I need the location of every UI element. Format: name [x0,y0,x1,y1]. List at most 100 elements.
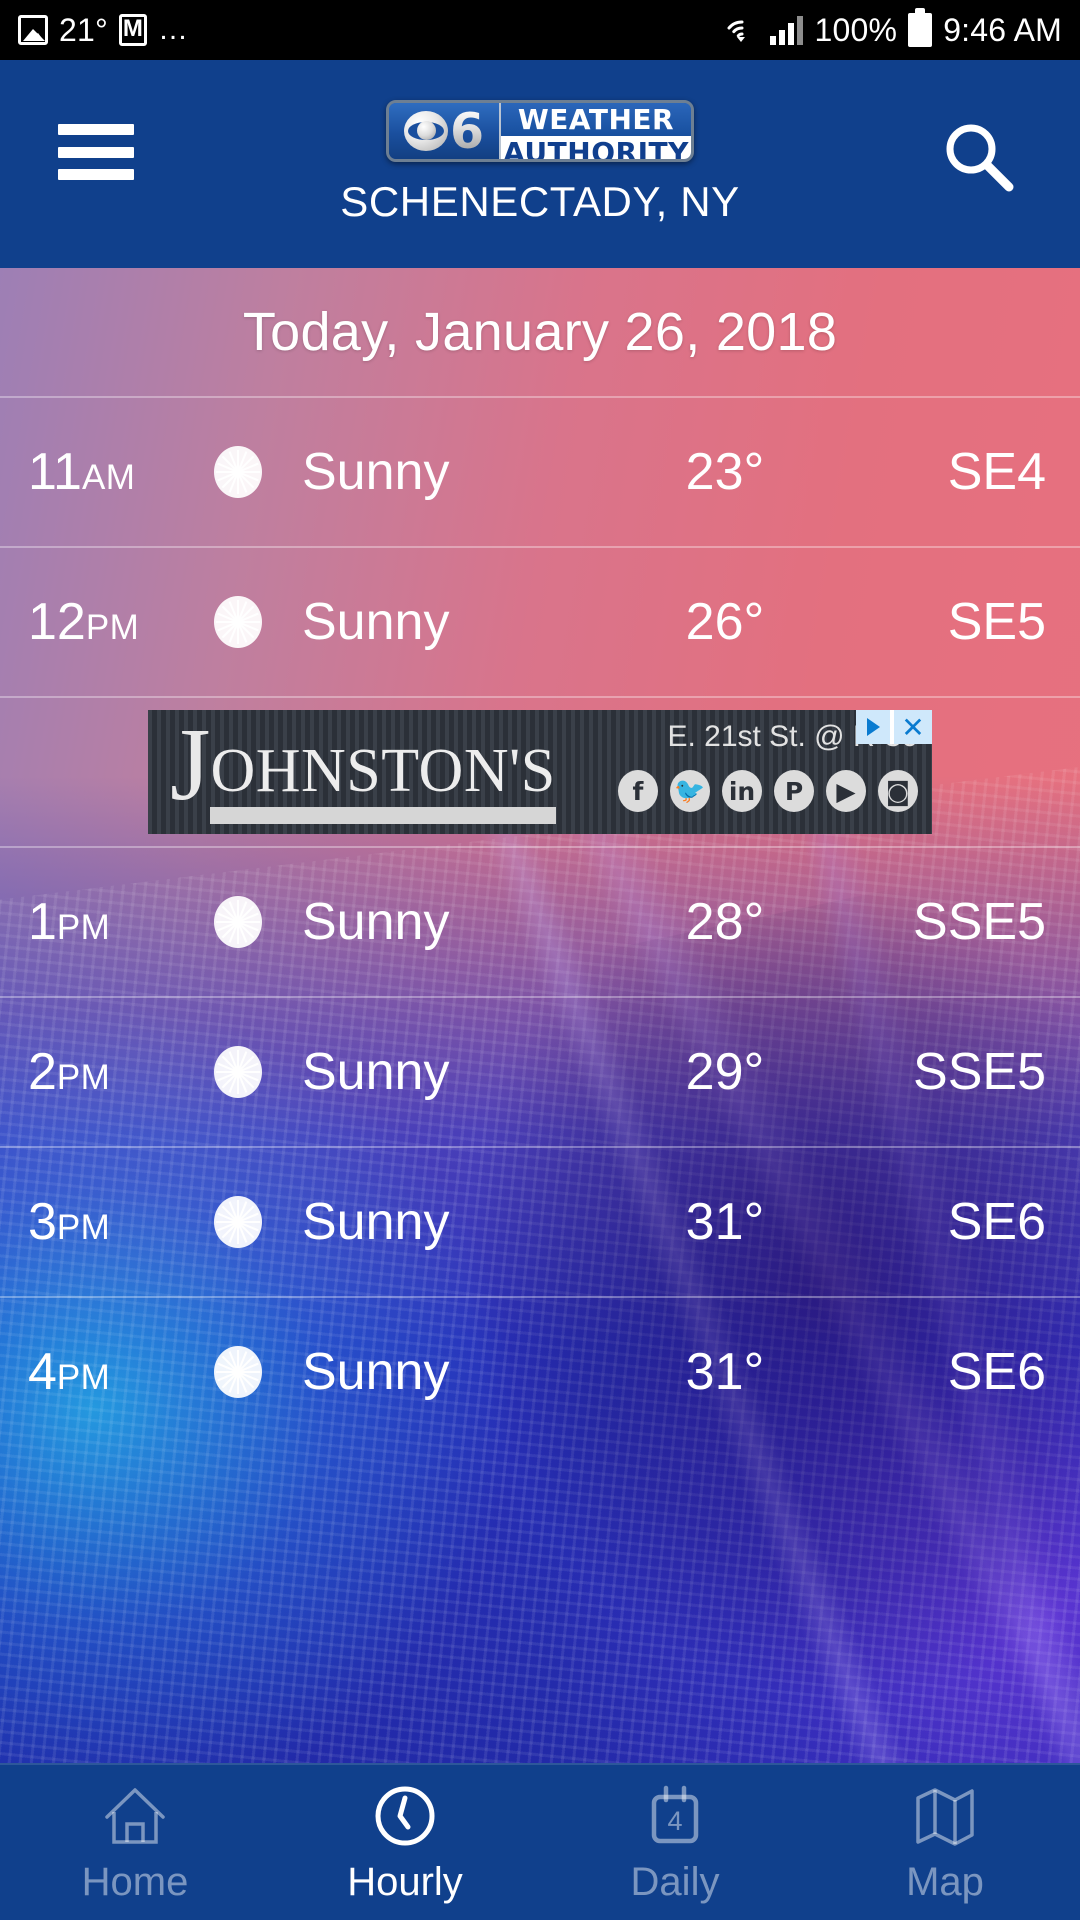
tab-home[interactable]: Home [0,1765,270,1920]
app-screen: 21° … 100% 9:46 AM [0,0,1080,1920]
temperature-value: 26° [685,593,765,651]
instagram-icon[interactable]: ◙ [878,770,918,812]
hour-time: 3PM [28,1193,111,1251]
hour-ampm: PM [56,908,111,947]
ad-brand-word: OHNSTON'S [210,737,556,806]
tab-map[interactable]: Map [810,1765,1080,1920]
hour-ampm: AM [81,458,136,497]
logo-badge-left: 6 [389,103,501,159]
condition-icon-cell [180,1174,296,1270]
hour-time: 1PM [28,893,111,951]
gmail-icon [119,14,147,46]
calendar-icon: 4 [640,1780,710,1852]
hourly-row[interactable]: 2PM Sunny 29° SSE5 [0,996,1080,1146]
photo-icon [18,15,48,45]
tab-label: Home [81,1860,189,1904]
location-label[interactable]: SCHENECTADY, NY [0,178,1080,226]
youtube-icon[interactable]: ▶ [826,770,866,812]
wind-value: SE6 [947,1193,1046,1251]
logo-authority-text: AUTHORITY [501,136,691,159]
condition-icon-cell [180,424,296,520]
logo-weather-text: WEATHER [501,103,691,136]
condition-label: Sunny [302,443,450,501]
map-icon [910,1780,980,1852]
hour-ampm: PM [85,608,140,647]
status-clock: 9:46 AM [943,11,1062,48]
wind-value: SSE5 [913,1043,1046,1101]
status-bar-right: 100% 9:46 AM [725,8,1062,49]
wind-value: SSE5 [913,893,1046,951]
station-logo: 6 WEATHER AUTHORITY [386,100,694,162]
tab-daily[interactable]: 4 Daily [540,1765,810,1920]
hourly-row[interactable]: 4PM Sunny 31° SE6 [0,1296,1080,1446]
sunny-icon [190,874,286,970]
hourly-row[interactable]: 11AM Sunny 23° SE4 [0,396,1080,546]
facebook-icon[interactable]: f [618,770,658,812]
hour-time: 11AM [28,443,136,501]
temperature-value: 28° [685,893,765,951]
twitter-icon[interactable]: 🐦 [670,770,710,812]
hour-ampm: PM [56,1358,111,1397]
bottom-tab-bar: Home Hourly 4 Daily Map [0,1763,1080,1920]
sunny-icon [190,1324,286,1420]
status-temperature: 21° [59,11,108,48]
hamburger-menu-icon[interactable] [58,124,134,180]
ad-brand-rest: OHNSTON'S [210,737,556,824]
condition-label: Sunny [302,1343,450,1401]
wind-value: SE6 [947,1343,1046,1401]
ad-brand: J OHNSTON'S [148,710,556,824]
signal-icon [769,15,804,45]
close-ad-button[interactable]: ✕ [894,710,932,744]
sunny-icon [190,1024,286,1120]
pinterest-icon[interactable]: P [774,770,814,812]
wind-value: SE4 [947,443,1046,501]
hour-time: 2PM [28,1043,111,1101]
condition-label: Sunny [302,893,450,951]
wifi-icon [725,13,759,47]
battery-icon [908,8,933,47]
hourly-list: 11AM Sunny 23° SE4 12PM Sunny 26° SE5 J OHNSTON'S… [0,396,1080,1446]
sunny-icon [190,424,286,520]
hourly-row[interactable]: 3PM Sunny 31° SE6 [0,1146,1080,1296]
tab-label: Hourly [347,1860,463,1904]
advertisement-banner[interactable]: J OHNSTON'S E. 21st St. @ R-30 f 🐦 in P ▶ ◙ ✕ [148,710,932,834]
temperature-value: 29° [685,1043,765,1101]
logo-badge-right: WEATHER AUTHORITY [501,103,691,159]
temperature-value: 31° [685,1193,765,1251]
ad-brand-underline [210,806,556,824]
home-icon [100,1780,170,1852]
wind-value: SE5 [947,593,1046,651]
more-notifications-icon: … [158,13,190,46]
adchoices-controls[interactable]: ✕ [856,710,932,744]
search-icon[interactable] [938,116,1018,196]
hour-time: 12PM [28,593,140,651]
clock-icon [370,1780,440,1852]
condition-icon-cell [180,1024,296,1120]
page-title: Today, January 26, 2018 [242,302,838,362]
hour-time: 4PM [28,1343,111,1401]
ad-brand-initial: J [170,710,211,823]
hourly-forecast-panel: Today, January 26, 2018 11AM Sunny 23° SE4 1… [0,268,1080,1763]
condition-icon-cell [180,574,296,670]
condition-label: Sunny [302,593,450,651]
battery-percent: 100% [814,11,898,48]
status-bar-left: 21° … [18,12,725,49]
tab-hourly[interactable]: Hourly [270,1765,540,1920]
linkedin-icon[interactable]: in [722,770,762,812]
hourly-row[interactable]: 1PM Sunny 28° SSE5 [0,846,1080,996]
condition-icon-cell [180,874,296,970]
adchoices-icon[interactable] [856,710,890,744]
svg-text:4: 4 [667,1806,682,1836]
tab-label: Daily [630,1860,720,1904]
cbs-eye-icon [403,111,448,151]
sunny-icon [190,574,286,670]
hour-ampm: PM [56,1058,111,1097]
hour-ampm: PM [56,1208,111,1247]
sunny-icon [190,1174,286,1270]
advertisement-slot[interactable]: J OHNSTON'S E. 21st St. @ R-30 f 🐦 in P ▶ ◙ ✕ [0,696,1080,846]
hourly-row[interactable]: 12PM Sunny 26° SE5 [0,546,1080,696]
ad-social-icons: f 🐦 in P ▶ ◙ [618,770,918,812]
condition-label: Sunny [302,1193,450,1251]
temperature-value: 23° [685,443,765,501]
temperature-value: 31° [685,1343,765,1401]
